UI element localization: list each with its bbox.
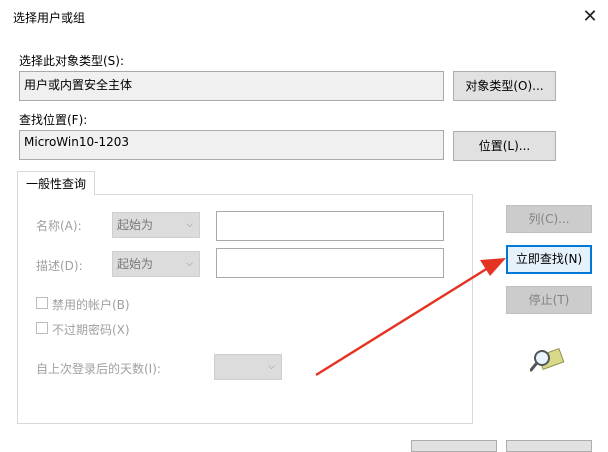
- cancel-button[interactable]: [506, 440, 592, 452]
- ok-button[interactable]: [411, 440, 497, 452]
- tab-general-query[interactable]: 一般性查询: [17, 171, 95, 195]
- annotation-arrow: [315, 258, 506, 377]
